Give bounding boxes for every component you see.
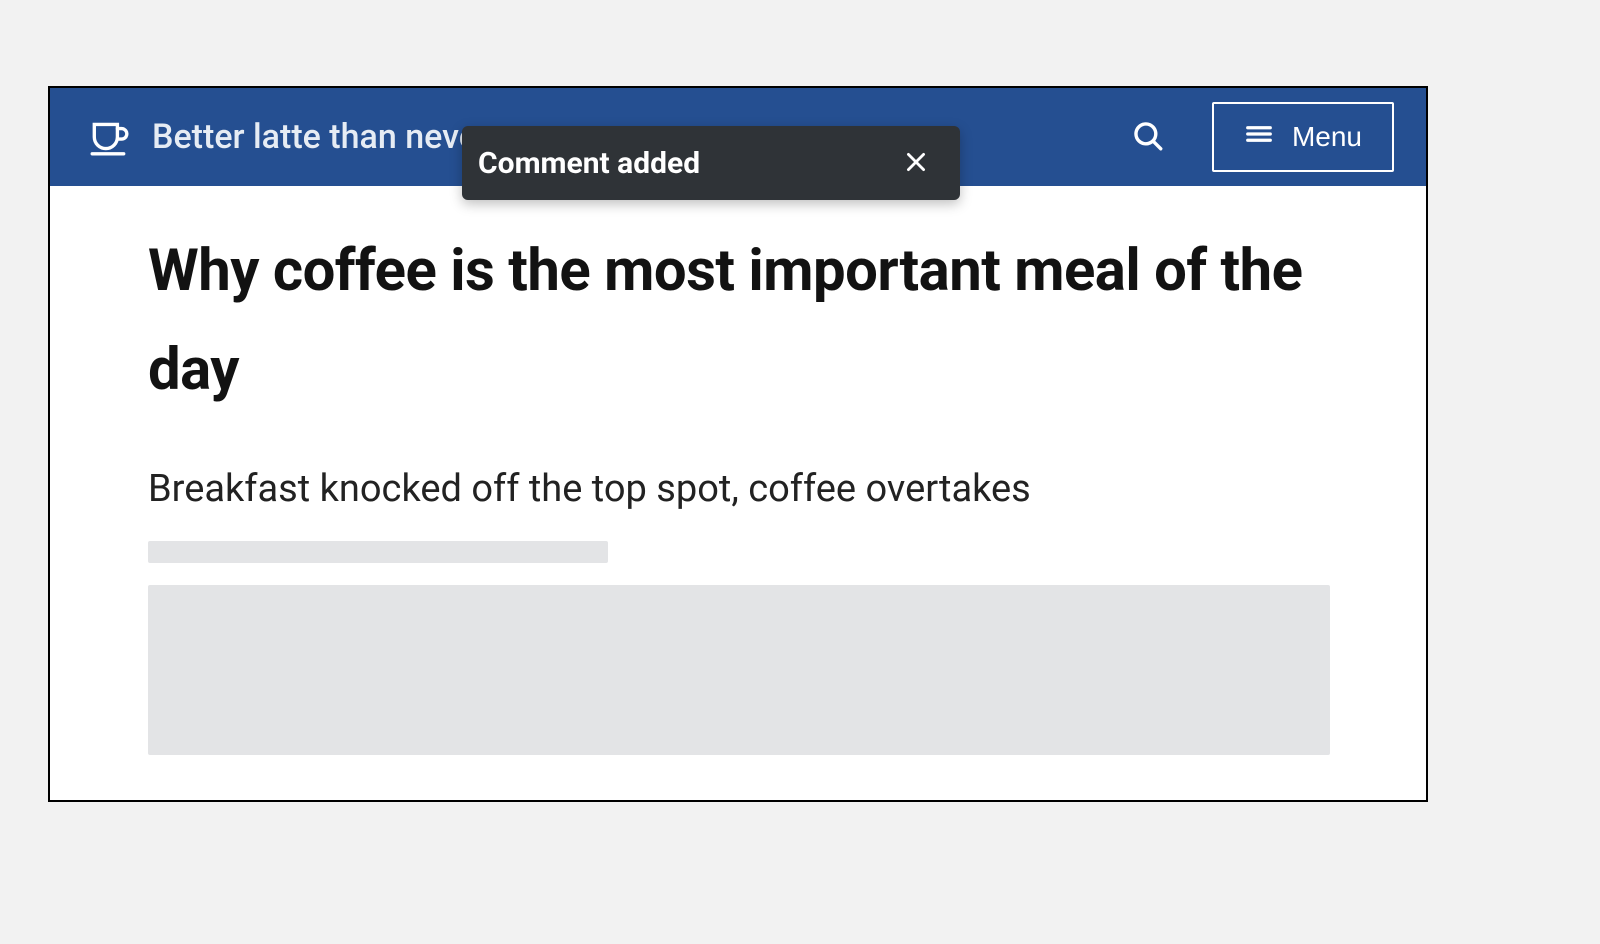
coffee-cup-icon [88, 116, 130, 158]
article-content: Why coffee is the most important meal of… [50, 186, 1426, 755]
logo-group: Better latte than never [88, 116, 489, 158]
article-title: Why coffee is the most important meal of… [148, 222, 1330, 419]
toast-notification: Comment added [462, 126, 960, 200]
hamburger-icon [1244, 119, 1274, 156]
article-subtitle: Breakfast knocked off the top spot, coff… [148, 467, 1330, 511]
menu-button[interactable]: Menu [1212, 102, 1394, 172]
search-button[interactable] [1126, 115, 1170, 159]
content-placeholder-block [148, 585, 1330, 755]
toast-close-button[interactable] [898, 145, 934, 181]
toast-message: Comment added [478, 146, 700, 181]
search-icon [1131, 119, 1165, 156]
header-actions: Menu [1126, 102, 1394, 172]
content-placeholder-line [148, 541, 608, 563]
close-icon [903, 149, 929, 178]
menu-label: Menu [1292, 121, 1362, 153]
site-title: Better latte than never [152, 117, 489, 157]
